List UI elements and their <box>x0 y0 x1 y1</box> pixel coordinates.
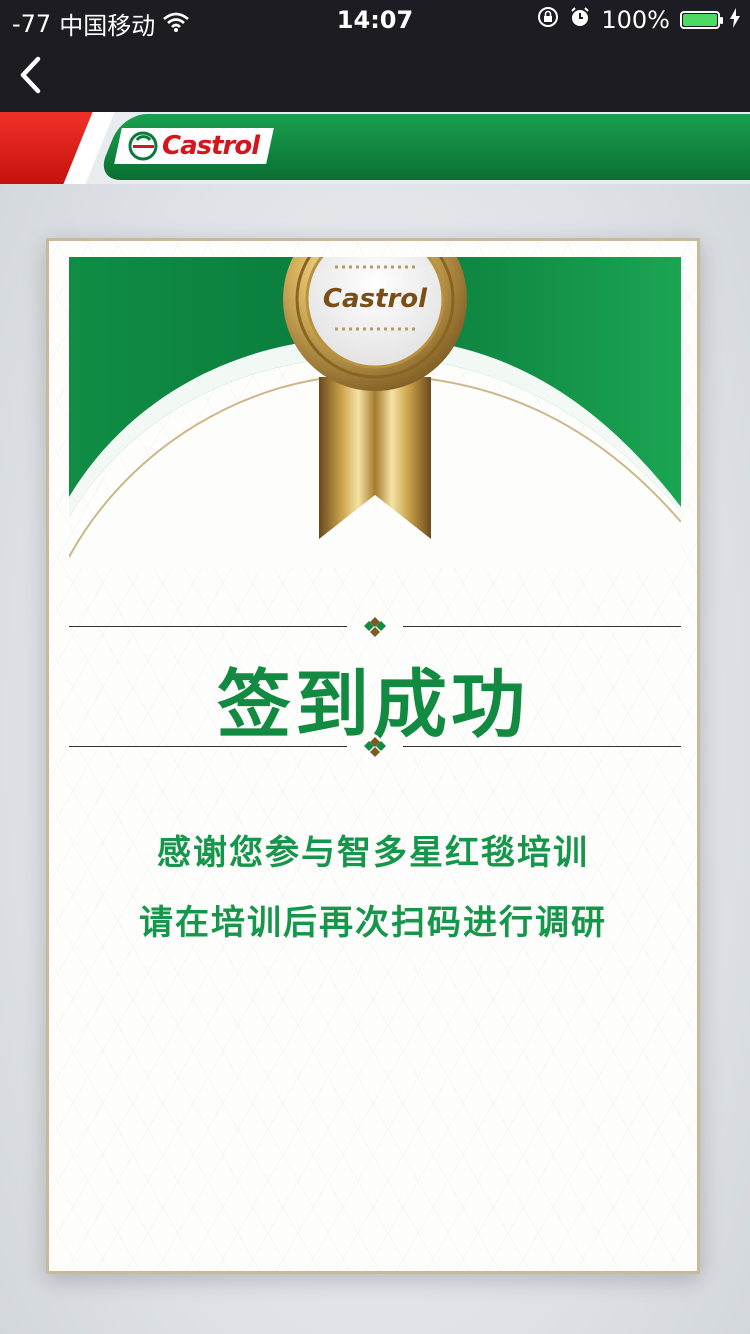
charging-icon <box>730 6 740 34</box>
chevron-left-icon <box>20 56 41 94</box>
medal-badge: Castrol <box>283 257 467 391</box>
rotation-lock-icon <box>537 6 559 34</box>
logo-text: Castrol <box>162 131 260 161</box>
brand-header: Castrol <box>0 112 750 184</box>
medal-logo-text: Castrol <box>323 284 428 314</box>
status-right: 100% <box>537 6 740 34</box>
battery-percent: 100% <box>601 6 670 34</box>
diamond-ornament-icon <box>364 737 386 757</box>
battery-fill <box>683 14 717 26</box>
castrol-logo: Castrol <box>114 128 274 164</box>
signin-success-card: Castrol 签到成功 感谢您参与智多星红毯培训 请在培训后再次扫码进行调研 <box>46 238 700 1274</box>
card-banner: Castrol <box>69 257 681 567</box>
nav-bar <box>0 40 750 112</box>
castrol-emblem-icon <box>128 131 158 161</box>
survey-instruction: 请在培训后再次扫码进行调研 <box>139 903 607 943</box>
title-divider-bottom <box>69 737 681 757</box>
thanks-message: 感谢您参与智多星红毯培训 <box>157 833 589 873</box>
title-divider-top <box>69 617 681 637</box>
battery-icon <box>680 11 723 29</box>
status-bar: -77 中国移动 14:07 100% <box>0 0 750 40</box>
back-button[interactable] <box>10 50 50 100</box>
alarm-icon <box>569 6 591 34</box>
page-title: 签到成功 <box>217 662 529 748</box>
diamond-ornament-icon <box>364 617 386 637</box>
